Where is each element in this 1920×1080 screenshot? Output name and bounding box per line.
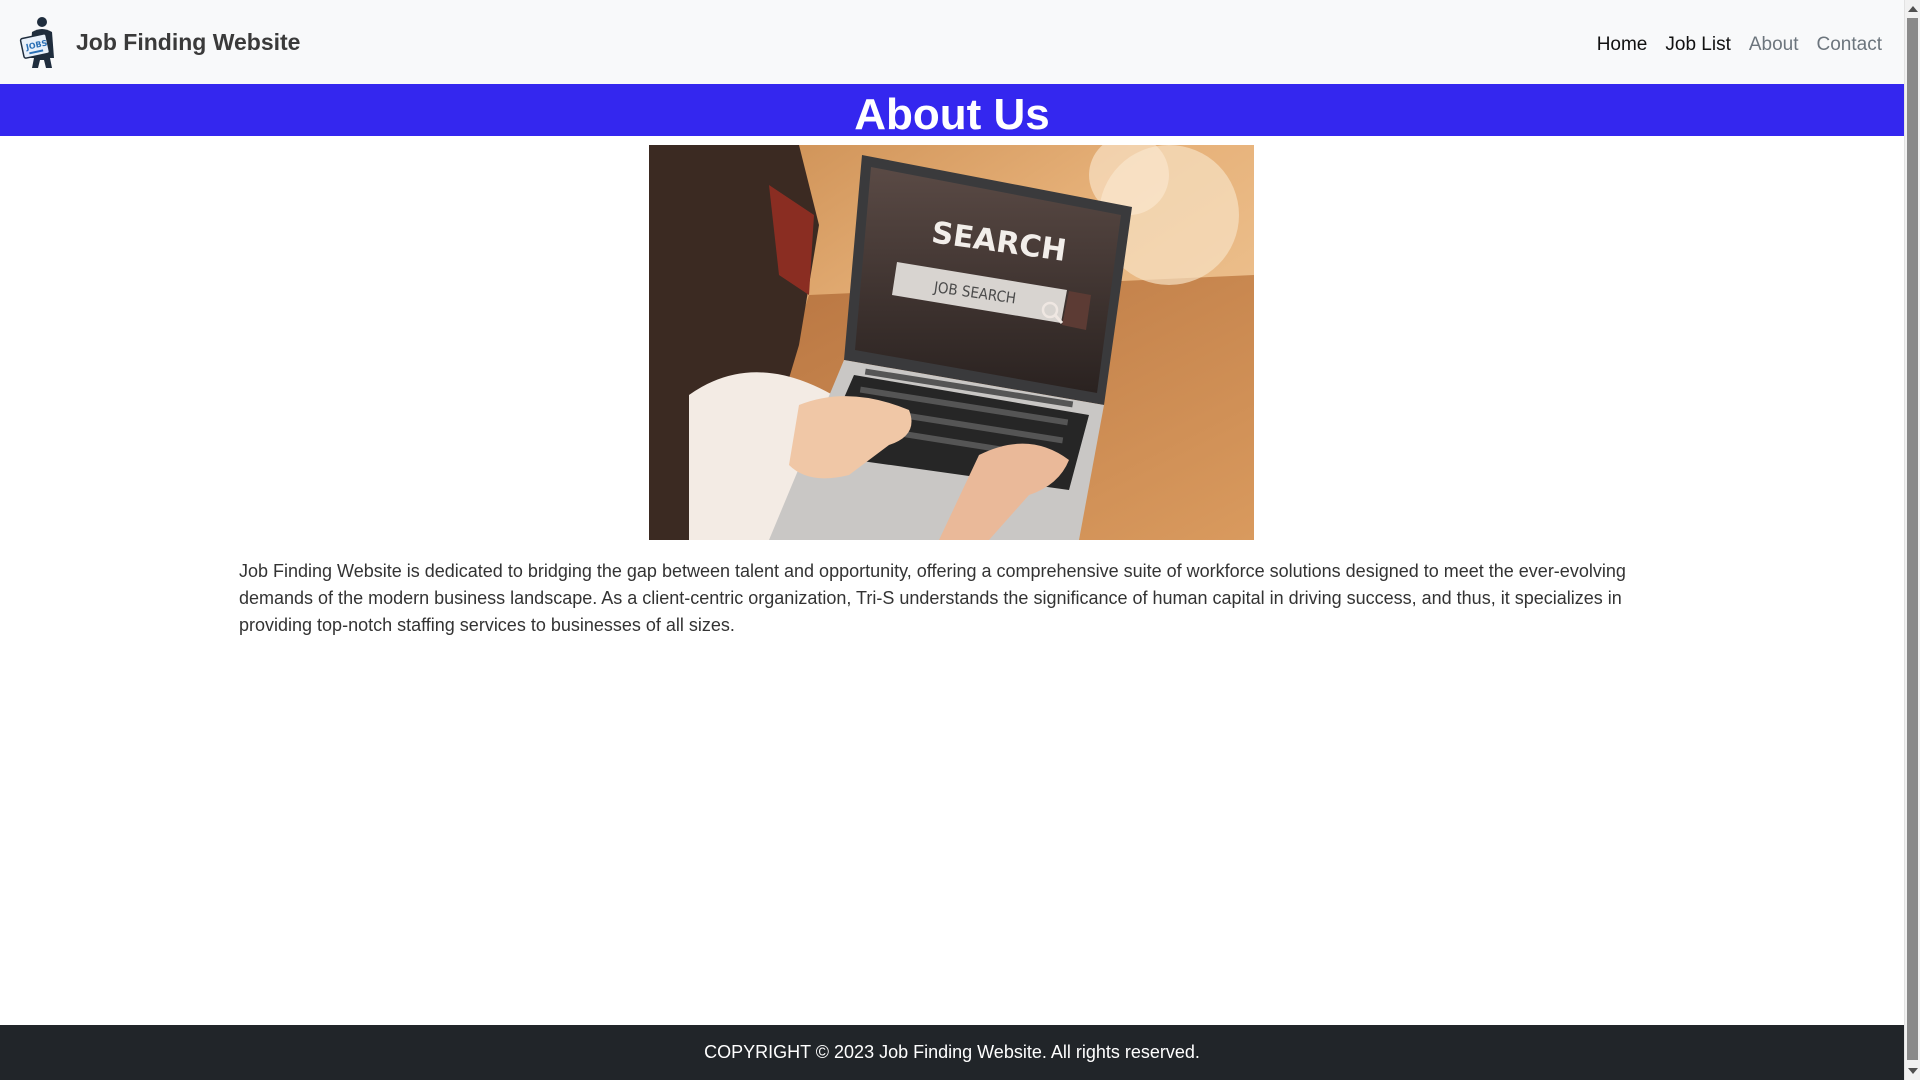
hero-banner: About Us: [0, 84, 1904, 139]
jobs-logo-icon: JOBS: [19, 17, 54, 68]
navbar: JOBS Job Finding Website Home Job List A…: [0, 0, 1904, 84]
scroll-up-arrow-icon[interactable]: [1908, 6, 1918, 12]
page-title: About Us: [854, 90, 1050, 139]
page: JOBS Job Finding Website Home Job List A…: [0, 0, 1920, 1080]
scroll-thumb[interactable]: [1907, 18, 1918, 1060]
about-text: Job Finding Website is dedicated to brid…: [239, 561, 1626, 635]
nav-link-about[interactable]: About: [1749, 34, 1799, 56]
nav-link-contact[interactable]: Contact: [1817, 34, 1882, 56]
scroll-down-arrow-icon[interactable]: [1908, 1068, 1918, 1074]
about-photo: SEARCH JOB SEARCH: [649, 145, 1254, 540]
nav-link-home[interactable]: Home: [1597, 34, 1648, 56]
vertical-scrollbar[interactable]: [1904, 0, 1920, 1080]
footer-copyright: COPYRIGHT © 2023 Job Finding Website. Al…: [704, 1042, 1200, 1062]
nav-links: Home Job List About Contact: [1597, 34, 1882, 56]
brand-link[interactable]: JOBS Job Finding Website: [16, 14, 300, 70]
brand-name: Job Finding Website: [76, 28, 301, 55]
footer: COPYRIGHT © 2023 Job Finding Website. Al…: [0, 1025, 1904, 1080]
nav-link-job-list[interactable]: Job List: [1665, 34, 1730, 56]
